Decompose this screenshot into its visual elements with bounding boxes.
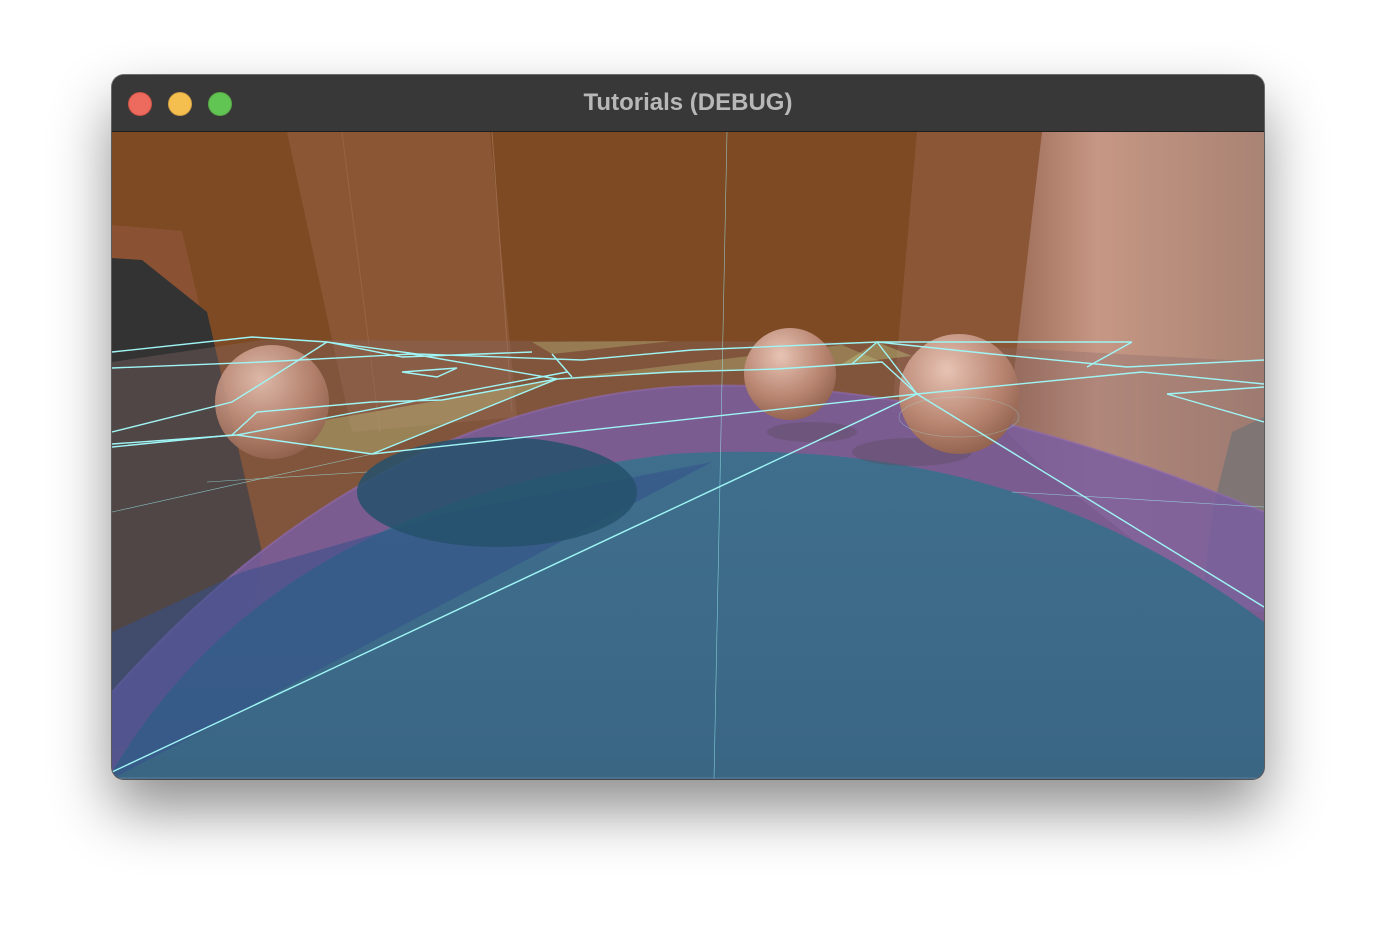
sphere-middle [744, 328, 836, 420]
window-title: Tutorials (DEBUG) [583, 89, 793, 116]
app-window: Tutorials (DEBUG) [112, 75, 1264, 779]
3d-viewport[interactable] [112, 132, 1264, 779]
sphere-shadow [357, 437, 637, 547]
title-bar[interactable]: Tutorials (DEBUG) [112, 75, 1264, 132]
scene-render [112, 132, 1264, 779]
